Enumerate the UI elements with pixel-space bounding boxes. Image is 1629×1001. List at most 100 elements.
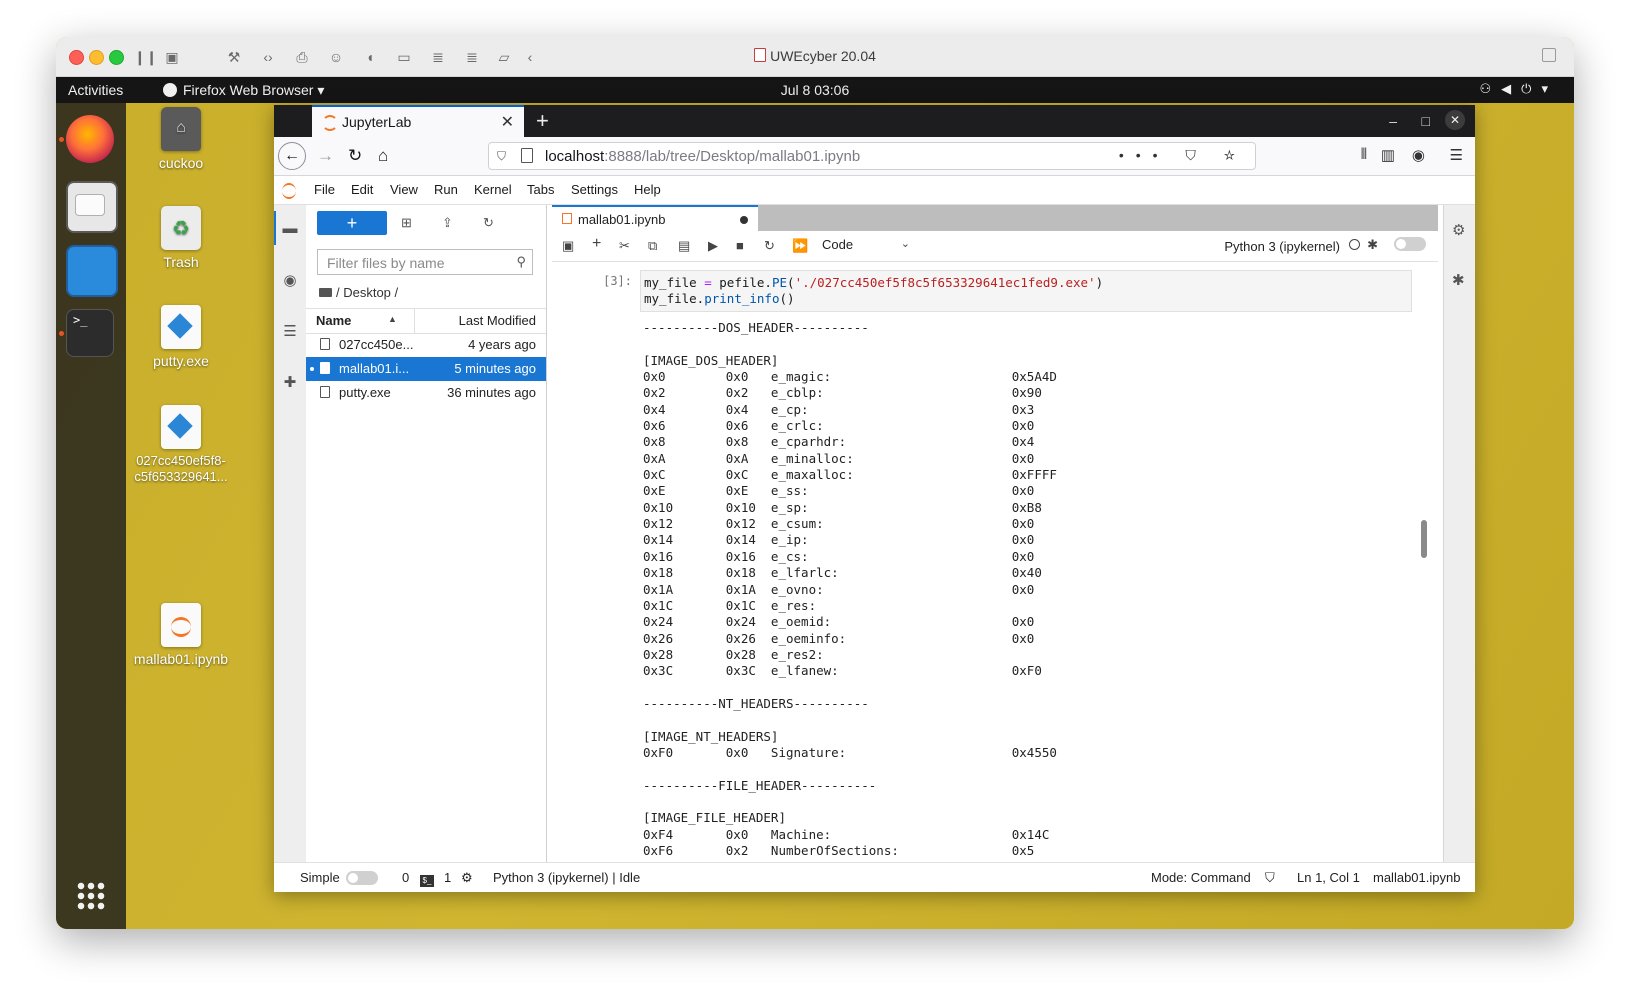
restart-icon[interactable]: ↻	[764, 238, 775, 254]
extensions-icon[interactable]: ✚	[282, 375, 298, 391]
desktop-icon-trash[interactable]: Trash	[126, 206, 236, 270]
upload-icon[interactable]: ⇪	[442, 215, 453, 231]
dock: >_	[56, 103, 126, 929]
notebook-tab-label: mallab01.ipynb	[578, 212, 666, 227]
vm-titlebar: ❙❙ ▣ ⚒ ‹› ⎙ ☺ ◖ ▭ ≣ ≣ ▱ ‹ UWEcyber 20.04	[56, 37, 1574, 77]
desktop-icon-putty[interactable]: putty.exe	[126, 305, 236, 369]
unsaved-dot-icon[interactable]	[740, 216, 748, 224]
status-file-name: mallab01.ipynb	[1373, 870, 1461, 885]
home-button[interactable]: ⌂	[378, 146, 388, 166]
code-token: my_file	[644, 275, 705, 290]
menu-run[interactable]: Run	[434, 182, 458, 197]
tracking-shield-icon[interactable]: ⛉	[497, 149, 506, 164]
code-cell[interactable]: my_file = pefile.PE('./027cc450ef5f8c5f6…	[640, 270, 1412, 312]
url-bar[interactable]: ⛉ localhost:8888/lab/tree/Desktop/mallab…	[488, 142, 1256, 170]
vm-title: UWEcyber 20.04	[56, 48, 1574, 64]
back-button[interactable]: ←	[278, 142, 306, 170]
vm-title-label: UWEcyber 20.04	[770, 48, 876, 64]
desktop-icon-cuckoo[interactable]: cuckoo	[126, 107, 236, 171]
files-dock-icon[interactable]	[66, 181, 118, 233]
desktop-icon-label: cuckoo	[158, 155, 204, 171]
file-row[interactable]: putty.exe 36 minutes ago	[306, 381, 546, 405]
menu-kernel[interactable]: Kernel	[474, 182, 512, 197]
save-icon[interactable]: ▣	[562, 238, 574, 254]
reload-button[interactable]: ↻	[348, 146, 362, 166]
table-of-contents-icon[interactable]: ☰	[282, 324, 298, 340]
mode-indicator: Mode: Command	[1151, 870, 1251, 885]
minimize-button[interactable]: –	[1389, 113, 1397, 129]
system-tray[interactable]: ⚇◀⏻▾	[1480, 81, 1558, 97]
refresh-icon[interactable]: ↻	[483, 215, 494, 231]
desktop-icon-notebook[interactable]: mallab01.ipynb	[126, 603, 236, 667]
code-token: )	[1095, 275, 1104, 290]
restore-icon[interactable]	[1542, 48, 1556, 62]
debugger-toggle[interactable]	[1394, 237, 1426, 251]
show-apps-icon[interactable]	[76, 881, 106, 911]
copy-icon[interactable]: ⧉	[648, 238, 657, 254]
simple-mode-toggle[interactable]	[346, 871, 378, 885]
scrollbar-thumb[interactable]	[1421, 520, 1427, 558]
notebook-file-icon	[161, 603, 201, 647]
tab-close-icon[interactable]: ✕	[501, 112, 514, 132]
notebook-tab[interactable]: mallab01.ipynb	[552, 205, 758, 231]
left-sidebar: ▬ ◉ ☰ ✚	[274, 205, 307, 863]
forward-button[interactable]: →	[317, 146, 334, 166]
desktop-icon-label: Trash	[163, 254, 199, 270]
run-icon[interactable]: ▶	[708, 238, 718, 254]
menu-tabs[interactable]: Tabs	[527, 182, 554, 197]
code-token: pefile.	[711, 275, 772, 290]
debugger-icon[interactable]: ✱	[1367, 237, 1378, 253]
terminal-count[interactable]: 0	[402, 870, 409, 885]
new-tab-button[interactable]: +	[536, 108, 549, 134]
cell-type-select[interactable]: Code ⌄	[822, 237, 910, 255]
menu-view[interactable]: View	[390, 182, 418, 197]
browser-tab-jupyterlab[interactable]: JupyterLab ✕	[312, 105, 524, 137]
running-sessions-icon[interactable]: ◉	[282, 273, 298, 289]
column-divider[interactable]	[414, 309, 415, 333]
stop-icon[interactable]: ■	[736, 238, 744, 253]
url-text[interactable]: localhost:8888/lab/tree/Desktop/mallab01…	[545, 148, 860, 165]
desktop-icon-sample[interactable]: 027cc450ef5f8-c5f653329641...	[126, 405, 236, 485]
sidebar-toggle-icon[interactable]: ▥	[1381, 146, 1395, 164]
library-icon[interactable]: ⫴	[1361, 146, 1367, 163]
breadcrumb[interactable]: / Desktop /	[319, 285, 398, 300]
file-row-selected[interactable]: mallab01.i... 5 minutes ago	[306, 357, 546, 381]
terminal-dock-icon[interactable]: >_	[66, 309, 114, 357]
file-browser-icon[interactable]: ▬	[282, 221, 298, 237]
menu-settings[interactable]: Settings	[571, 182, 618, 197]
kernel-count[interactable]: 1	[444, 870, 451, 885]
file-icon	[320, 386, 330, 398]
clock[interactable]: Jul 8 03:06	[56, 82, 1574, 98]
code-line: my_file.print_info()	[644, 291, 1411, 307]
trusted-shield-icon[interactable]: ⛉	[1265, 870, 1275, 886]
kernel-name[interactable]: Python 3 (ipykernel)	[1224, 239, 1340, 254]
new-folder-icon[interactable]: ⊞	[401, 215, 412, 231]
page-actions[interactable]: ••• ⛉ ☆	[1119, 147, 1247, 164]
maximize-button[interactable]: □	[1422, 113, 1430, 129]
menu-help[interactable]: Help	[634, 182, 661, 197]
account-icon[interactable]: ◉	[1412, 146, 1425, 164]
file-row[interactable]: 027cc450e... 4 years ago	[306, 333, 546, 357]
menu-file[interactable]: File	[314, 182, 335, 197]
paste-icon[interactable]: ▤	[678, 238, 690, 254]
insert-cell-icon[interactable]: +	[592, 235, 601, 253]
kernel-state[interactable]: Python 3 (ipykernel) | Idle	[493, 870, 640, 885]
debugger-panel-icon[interactable]: ✱	[1452, 271, 1465, 289]
filter-files-input[interactable]	[318, 250, 509, 276]
cut-icon[interactable]: ✂	[619, 238, 630, 254]
menu-edit[interactable]: Edit	[351, 182, 373, 197]
browser-close-button[interactable]: ✕	[1445, 110, 1465, 130]
property-inspector-icon[interactable]: ⚙	[1452, 221, 1465, 239]
fast-forward-icon[interactable]: ⏩	[792, 238, 808, 254]
system-monitor-dock-icon[interactable]	[66, 245, 118, 297]
cursor-position[interactable]: Ln 1, Col 1	[1297, 870, 1360, 885]
firefox-window: JupyterLab ✕ + – □ ✕ ← → ↻ ⌂ ⛉ localhost…	[274, 105, 1475, 892]
notebook-body[interactable]: [3]: my_file = pefile.PE('./027cc450ef5f…	[552, 262, 1428, 863]
new-launcher-button[interactable]: +	[317, 211, 387, 235]
hamburger-menu-icon[interactable]: ☰	[1450, 146, 1463, 164]
firefox-dock-icon[interactable]	[66, 115, 114, 163]
column-last-modified[interactable]: Last Modified	[459, 313, 536, 328]
kernel-status-icon	[1349, 239, 1360, 250]
page-info-icon[interactable]	[521, 148, 533, 163]
column-name[interactable]: Name	[316, 313, 351, 328]
